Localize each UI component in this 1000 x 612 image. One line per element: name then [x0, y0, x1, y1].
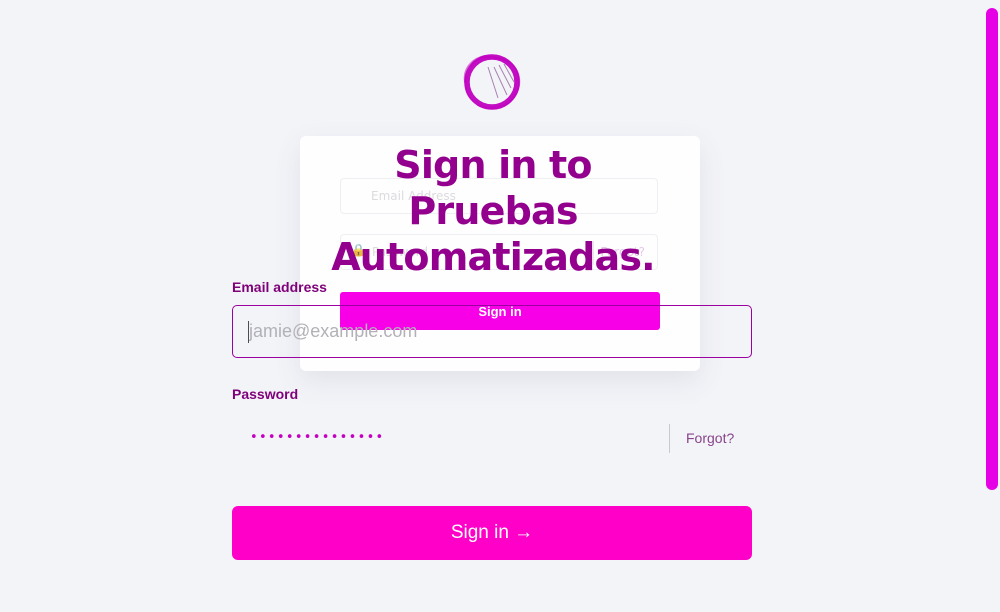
vertical-scrollbar[interactable]: [984, 0, 1000, 612]
forgot-password-link[interactable]: Forgot?: [686, 430, 734, 447]
page-title: Sign in to Pruebas Automatizadas.: [331, 143, 655, 279]
password-masked-value: •••••••••••••••: [250, 430, 385, 445]
email-label: Email address: [232, 279, 327, 295]
email-field[interactable]: [232, 305, 752, 358]
password-field[interactable]: ••••••••••••••• Forgot?: [232, 412, 752, 465]
text-caret: [248, 321, 249, 343]
password-label: Password: [232, 386, 299, 402]
login-page: Email Address 🔒 Password Forgot? Sign in…: [0, 0, 1000, 612]
scrollbar-thumb[interactable]: [986, 8, 998, 490]
password-divider: [669, 424, 670, 453]
sign-in-button[interactable]: Sign in →: [232, 506, 752, 560]
ring-logo-icon: [463, 54, 521, 110]
